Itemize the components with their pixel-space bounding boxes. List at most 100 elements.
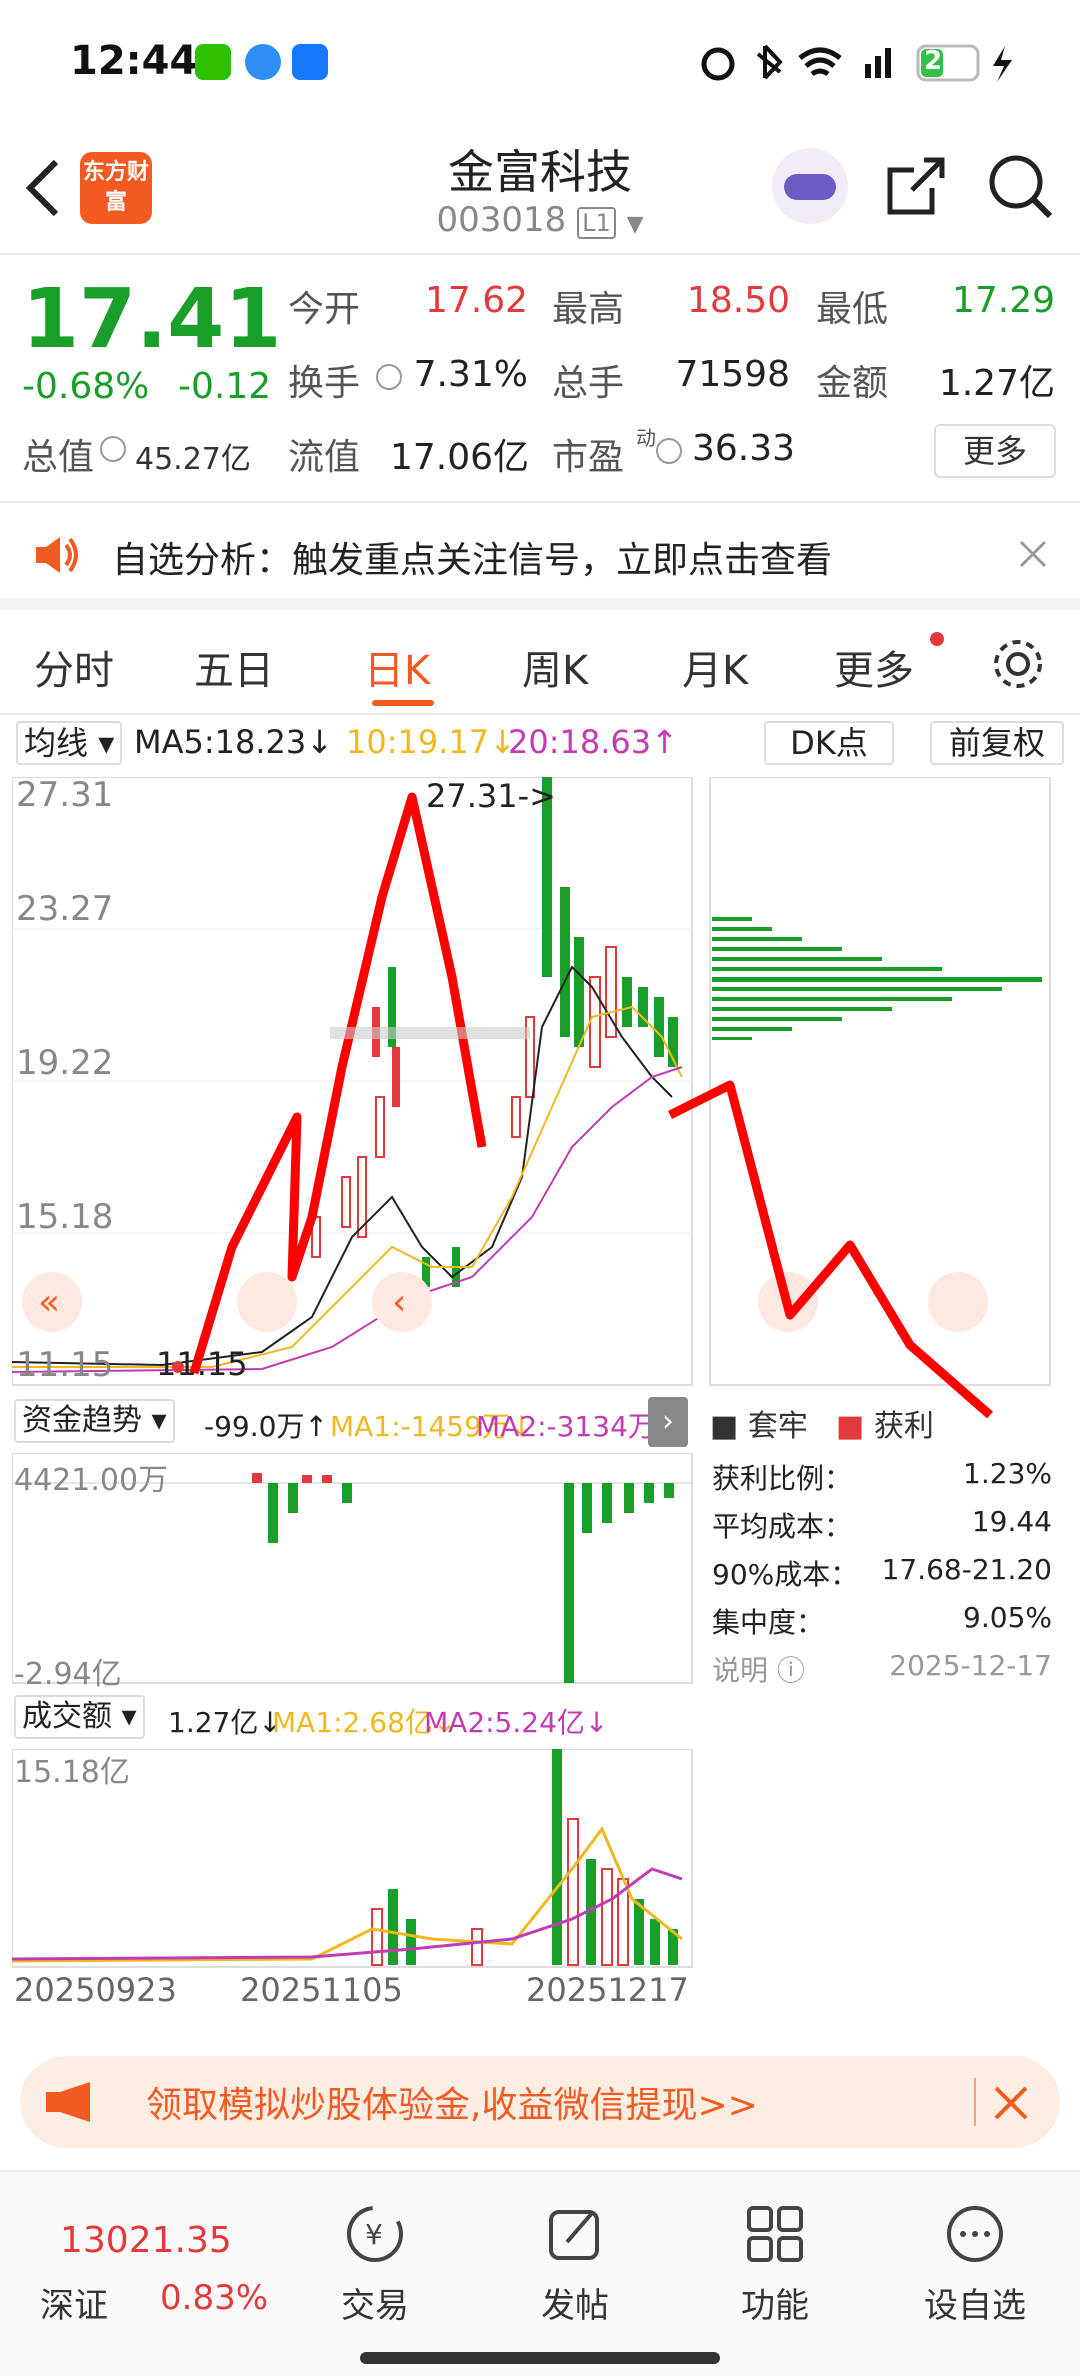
- tab-weekly-k[interactable]: 周K: [522, 638, 588, 696]
- mktcap-label: 总值: [22, 437, 95, 478]
- more-button[interactable]: 更多: [934, 424, 1056, 478]
- nav-functions-label: 功能: [741, 2286, 809, 2326]
- high-label: 最高: [552, 289, 625, 330]
- quote-panel: 17.41 -0.68% -0.12 总值 45.27亿 今开 17.62 最高…: [0, 258, 1080, 503]
- turnover-value: 7.31%: [413, 354, 528, 395]
- float-value: 17.06亿: [390, 437, 530, 478]
- y-label: 15.18: [16, 1197, 114, 1237]
- amount-label: 金额: [816, 363, 889, 404]
- turnover-top-label: 15.18亿: [14, 1755, 130, 1790]
- turnover-select[interactable]: 成交额 ▾: [14, 1695, 145, 1739]
- notification-dot: [930, 632, 944, 646]
- megaphone-icon: [46, 2082, 90, 2122]
- nav-post[interactable]: 发帖: [475, 2202, 675, 2327]
- turnover-ma1-line: [12, 1826, 683, 1963]
- amount-value: 1.27亿: [938, 363, 1055, 404]
- notice-text: 自选分析：触发重点关注信号，立即点击查看: [112, 540, 833, 581]
- tab-five-day[interactable]: 五日: [194, 638, 274, 696]
- wechat-icon: [195, 44, 231, 80]
- change-amount: -0.12: [178, 366, 272, 407]
- date-label: 20251105: [240, 1971, 403, 2009]
- kline-chart[interactable]: « ‹: [12, 777, 694, 1387]
- low-label: 最低: [816, 289, 889, 330]
- capital-bottom-label: -2.94亿: [14, 1657, 122, 1692]
- settings-gear-icon[interactable]: [990, 636, 1046, 692]
- stock-code: 003018: [436, 200, 567, 240]
- signal-notice[interactable]: 自选分析：触发重点关注信号，立即点击查看: [0, 505, 1080, 610]
- speaker-icon: [36, 537, 78, 573]
- app-icon: [245, 44, 281, 80]
- nav-add-watchlist[interactable]: 设自选: [875, 2202, 1075, 2327]
- svg-text:¥: ¥: [365, 2218, 383, 2251]
- stat-value: 9.05%: [963, 1601, 1052, 1634]
- search-icon[interactable]: [986, 152, 1056, 222]
- tab-fenshi[interactable]: 分时: [34, 638, 114, 696]
- tab-more[interactable]: 更多: [834, 638, 914, 696]
- date-label: 20250923: [14, 1971, 177, 2009]
- svg-text:‹: ‹: [392, 1282, 406, 1323]
- note-label[interactable]: 说明: [712, 1654, 768, 1687]
- stat-value: 19.44: [971, 1505, 1052, 1538]
- turnover-label: 换手: [288, 363, 361, 404]
- status-time: 12:44: [70, 38, 198, 84]
- nav-trade[interactable]: ¥ 交易: [275, 2202, 475, 2327]
- pe-superscript: 动: [636, 426, 656, 450]
- ma20-value: 20:18.63↑: [508, 723, 678, 761]
- indicator-select[interactable]: 均线 ▾: [16, 721, 123, 765]
- ma10-value: 10:19.17↓: [346, 723, 516, 761]
- bottom-nav: 13021.35 深证 0.83% ¥ 交易 发帖 功能 设自选: [0, 2170, 1080, 2376]
- share-icon[interactable]: [884, 154, 948, 218]
- tab-monthly-k[interactable]: 月K: [682, 638, 748, 696]
- tab-daily-k[interactable]: 日K: [364, 638, 430, 696]
- pe-label: 市盈: [552, 437, 625, 478]
- y-label: 19.22: [16, 1043, 114, 1083]
- stock-header: 东方财富 金富科技 003018 L1 ▼: [0, 130, 1080, 255]
- robot-assistant-icon[interactable]: [772, 148, 848, 224]
- promo-banner[interactable]: 领取模拟炒股体验金,收益微信提现>>: [20, 2056, 1060, 2148]
- banner-text: 领取模拟炒股体验金,收益微信提现>>: [146, 2085, 758, 2126]
- banner-divider: [974, 2078, 976, 2126]
- svg-text:«: «: [38, 1282, 60, 1323]
- dk-button[interactable]: DK点: [764, 721, 894, 765]
- capital-select[interactable]: 资金趋势 ▾: [14, 1399, 175, 1443]
- stat-value: 17.68-21.20: [881, 1553, 1052, 1586]
- dropdown-icon: ▼: [626, 212, 644, 237]
- turnover-value: 1.27亿↓: [168, 1706, 282, 1739]
- grid-icon: [747, 2206, 803, 2262]
- index-change: 0.83%: [160, 2278, 269, 2318]
- period-tabs: 分时 五日 日K 周K 月K 更多: [0, 620, 1080, 715]
- stat-label: 平均成本：: [712, 1510, 853, 1543]
- close-icon[interactable]: [1018, 539, 1048, 569]
- close-icon[interactable]: [992, 2084, 1030, 2122]
- y-label: 27.31: [16, 775, 114, 815]
- index-value[interactable]: 13021.35: [60, 2220, 232, 2261]
- volume-label: 总手: [552, 363, 625, 404]
- nav-functions[interactable]: 功能: [675, 2202, 875, 2327]
- fuquan-button[interactable]: 前复权: [930, 721, 1064, 765]
- date-label: 20251217: [526, 1971, 689, 2009]
- chip-date: 2025-12-17: [889, 1649, 1052, 1682]
- index-name: 深证: [40, 2286, 108, 2326]
- chart-area: 均线 ▾ MA5:18.23↓ 10:19.17↓ 20:18.63↑ DK点 …: [0, 715, 1080, 2035]
- nav-trade-label: 交易: [341, 2286, 409, 2326]
- open-label: 今开: [288, 289, 361, 330]
- high-value: 18.50: [686, 280, 790, 321]
- stat-label: 90%成本：: [712, 1558, 859, 1591]
- capital-bars: [252, 1473, 674, 1683]
- trade-icon: ¥: [347, 2206, 403, 2262]
- info-icon[interactable]: [376, 364, 402, 390]
- high-marker: 27.31->: [426, 777, 556, 815]
- turnover-ma2-line: [12, 1867, 683, 1961]
- app-icon: [292, 44, 328, 80]
- zoom-in-button[interactable]: [237, 1272, 297, 1332]
- more-dots-icon: [947, 2206, 1003, 2262]
- float-label: 流值: [288, 437, 361, 478]
- y-label: 11.15: [16, 1345, 114, 1385]
- indicator-select-label: 均线: [24, 724, 89, 762]
- info-icon[interactable]: [656, 438, 682, 464]
- low-value: 17.29: [951, 280, 1055, 321]
- capital-select-label: 资金趋势: [22, 1403, 142, 1438]
- info-icon[interactable]: [100, 436, 126, 462]
- nav-add-watchlist-label: 设自选: [924, 2286, 1026, 2326]
- status-bar: 12:44 25: [0, 0, 1080, 130]
